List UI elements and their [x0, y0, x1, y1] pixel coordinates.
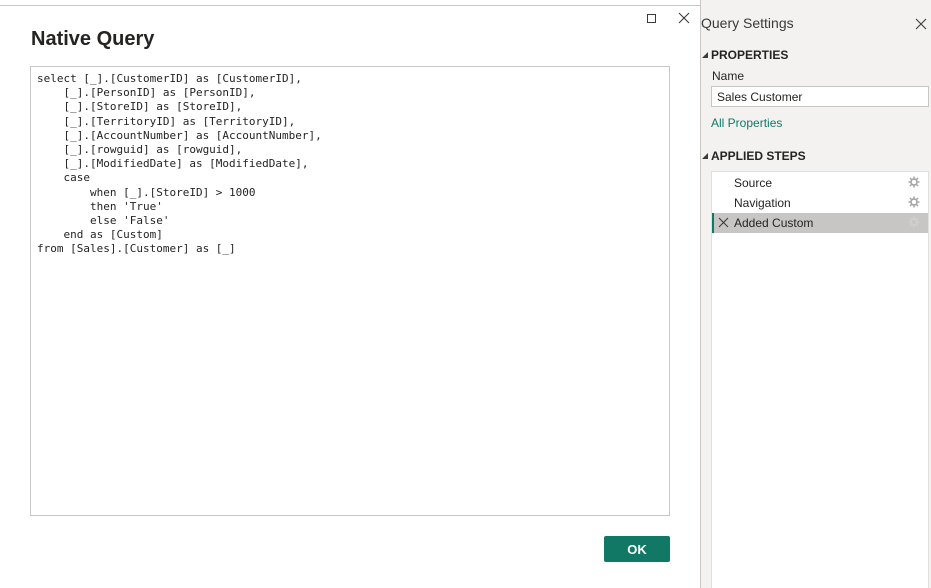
applied-steps-header[interactable]: APPLIED STEPS	[711, 149, 806, 163]
query-settings-title: Query Settings	[701, 15, 794, 31]
gear-icon[interactable]	[908, 196, 920, 208]
collapse-triangle-icon[interactable]	[702, 153, 708, 159]
ok-button[interactable]: OK	[604, 536, 670, 562]
step-row-added-custom[interactable]: Added Custom	[712, 213, 928, 233]
step-label: Added Custom	[734, 216, 814, 230]
applied-steps-list: Source Navigation Added Custom	[711, 171, 929, 588]
app-root: Native Query OK Query Settings PROPERTIE…	[0, 0, 931, 588]
properties-header[interactable]: PROPERTIES	[711, 48, 788, 62]
all-properties-link[interactable]: All Properties	[711, 116, 782, 130]
step-row-source[interactable]: Source	[712, 173, 928, 193]
step-label: Navigation	[734, 196, 791, 210]
delete-step-icon[interactable]	[718, 217, 729, 228]
close-icon[interactable]	[914, 16, 928, 32]
step-row-navigation[interactable]: Navigation	[712, 193, 928, 213]
gear-icon[interactable]	[908, 176, 920, 188]
name-label: Name	[712, 69, 745, 83]
native-query-text[interactable]	[30, 66, 670, 516]
native-query-dialog: Native Query OK	[0, 6, 699, 588]
query-name-input[interactable]	[711, 86, 929, 107]
dialog-title: Native Query	[31, 28, 155, 50]
collapse-triangle-icon[interactable]	[702, 52, 708, 58]
query-settings-pane: Query Settings PROPERTIES Name All Prope…	[700, 0, 931, 588]
maximize-icon[interactable]	[647, 14, 656, 23]
step-label: Source	[734, 176, 773, 190]
close-icon[interactable]	[677, 10, 691, 26]
gear-icon[interactable]	[908, 216, 920, 228]
